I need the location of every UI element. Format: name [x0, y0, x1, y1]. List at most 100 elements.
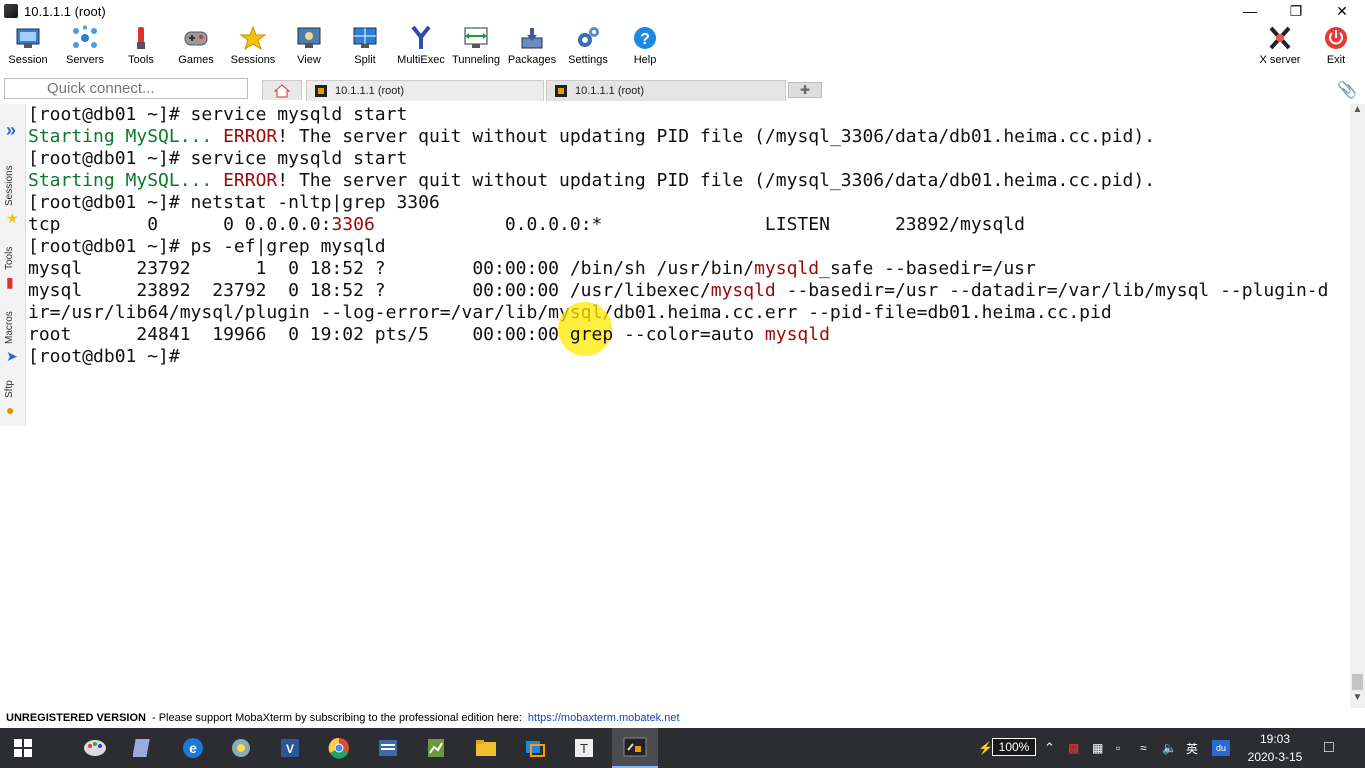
- text-editor-icon: T: [575, 739, 593, 757]
- taskbar-chrome-browser[interactable]: [322, 734, 356, 762]
- taskbar-chart-app[interactable]: [419, 734, 453, 762]
- power-plug-icon[interactable]: ⚡: [978, 728, 993, 768]
- home-tab[interactable]: [262, 80, 302, 100]
- svg-text:T: T: [580, 741, 588, 756]
- system-clock[interactable]: 19:03 2020-3-15: [1240, 730, 1310, 766]
- taskbar-mobaxterm-active[interactable]: [612, 728, 658, 768]
- toolbar-tunneling-button[interactable]: Tunneling: [448, 24, 504, 72]
- close-button[interactable]: ✕: [1319, 0, 1365, 22]
- sftp-side-icon: ●: [6, 402, 15, 418]
- taskbar-file-explorer[interactable]: [469, 734, 503, 762]
- remote-desktop-icon: [526, 741, 545, 757]
- tray-device-icon[interactable]: ▫: [1116, 728, 1120, 768]
- terminal-scrollbar[interactable]: ▲ ▼: [1350, 104, 1365, 708]
- svg-text:e: e: [189, 740, 197, 756]
- toolbar-tools-button[interactable]: Tools: [113, 24, 169, 72]
- chart-app-icon: [428, 739, 444, 757]
- restore-button[interactable]: ❐: [1273, 0, 1319, 22]
- scroll-up-icon[interactable]: ▲: [1350, 104, 1365, 120]
- clock-date: 2020-3-15: [1247, 750, 1303, 764]
- taskbar-visio-app[interactable]: V: [273, 734, 307, 762]
- window-title: 10.1.1.1 (root): [24, 3, 106, 19]
- mobaxterm-window: 10.1.1.1 (root) — ❐ ✕ Session Servers To…: [0, 0, 1365, 768]
- visio-icon: V: [281, 739, 299, 757]
- toolbar-exit-button[interactable]: Exit: [1308, 24, 1364, 72]
- unregistered-label: UNREGISTERED VERSION: [6, 712, 146, 724]
- terminal-line: [root@db01 ~]# service mysqld start: [28, 104, 408, 125]
- notepad-icon: [133, 739, 150, 757]
- quick-connect-input[interactable]: [4, 78, 248, 99]
- settings-icon: [574, 24, 602, 52]
- terminal-line: [root@db01 ~]# netstat -nltp|grep 3306: [28, 192, 440, 213]
- battery-indicator[interactable]: 100%: [992, 738, 1036, 756]
- packages-icon: [518, 24, 546, 52]
- notification-center-icon[interactable]: □: [1324, 728, 1334, 768]
- toolbar-help-button[interactable]: ? Help: [617, 24, 673, 72]
- support-message: - Please support MobaXterm by subscribin…: [151, 712, 522, 724]
- taskbar-remote-app[interactable]: [518, 734, 552, 762]
- toolbar-games-button[interactable]: Games: [168, 24, 224, 72]
- left-sidebar: » Sessions ★ Tools ▮ Macros ➤ Sftp ●: [0, 104, 26, 426]
- toolbar-settings-button[interactable]: Settings: [560, 24, 616, 72]
- folder-icon: [476, 740, 496, 756]
- expand-sidebar-icon[interactable]: »: [6, 120, 16, 141]
- window-app-icon: [379, 740, 397, 756]
- toolbar-packages-button[interactable]: Packages: [504, 24, 560, 72]
- session-tab-label: 10.1.1.1 (root): [575, 85, 645, 97]
- baidu-ime-icon[interactable]: du: [1212, 728, 1230, 768]
- wifi-icon[interactable]: ≈: [1140, 728, 1147, 768]
- toolbar-split-button[interactable]: Split: [337, 24, 393, 72]
- minimize-button[interactable]: —: [1227, 0, 1273, 22]
- toolbar-session-button[interactable]: Session: [0, 24, 56, 72]
- terminal-line: mysql 23892 23792 0 18:52 ? 00:00:00 /us…: [28, 280, 1329, 301]
- taskbar-edge-browser[interactable]: e: [176, 734, 210, 762]
- terminal-line: mysql 23792 1 0 18:52 ? 00:00:00 /bin/sh…: [28, 258, 1036, 279]
- toolbar-servers-button[interactable]: Servers: [57, 24, 113, 72]
- tray-grid-icon[interactable]: ▦: [1092, 728, 1103, 768]
- session-icon: [14, 24, 42, 52]
- taskbar-tool-app[interactable]: [224, 734, 258, 762]
- star-icon: ★: [6, 210, 19, 226]
- tools-icon: [127, 24, 155, 52]
- ime-indicator[interactable]: 英: [1186, 728, 1198, 768]
- start-button[interactable]: [6, 734, 40, 762]
- toolbar-view-button[interactable]: View: [281, 24, 337, 72]
- sidebar-tab-tools[interactable]: Tools: [4, 247, 15, 270]
- toolbar-xserver-button[interactable]: X server: [1252, 24, 1308, 72]
- volume-icon[interactable]: 🔈: [1162, 728, 1177, 768]
- scrollbar-thumb[interactable]: [1352, 674, 1363, 690]
- window-controls: — ❐ ✕: [1227, 0, 1365, 22]
- terminal-output[interactable]: [root@db01 ~]# service mysqld start Star…: [26, 104, 1350, 708]
- session-tab-1[interactable]: 10.1.1.1 (root): [306, 80, 544, 101]
- terminal-line: tcp 0 0 0.0.0.0:3306 0.0.0.0:* LISTEN 23…: [28, 214, 1026, 235]
- taskbar-paint-app[interactable]: [78, 734, 112, 762]
- status-bar: UNREGISTERED VERSION - Please support Mo…: [0, 708, 1365, 728]
- scroll-down-icon[interactable]: ▼: [1350, 692, 1365, 708]
- paperclip-icon[interactable]: 📎: [1337, 80, 1357, 100]
- sidebar-tab-sftp[interactable]: Sftp: [4, 380, 15, 398]
- clock-time: 19:03: [1259, 732, 1291, 746]
- toolbar-sessions-button[interactable]: Sessions: [225, 24, 281, 72]
- taskbar-app-window[interactable]: [371, 734, 405, 762]
- tray-app-icon[interactable]: ▩: [1068, 728, 1079, 768]
- taskbar-notes-app[interactable]: [126, 734, 160, 762]
- svg-text:?: ?: [640, 31, 650, 48]
- sidebar-tab-macros[interactable]: Macros: [4, 311, 15, 344]
- toolbar-multiexec-button[interactable]: MultiExec: [393, 24, 449, 72]
- terminal-tab-icon: [315, 85, 327, 97]
- tools-side-icon: ▮: [6, 274, 14, 290]
- new-tab-button[interactable]: ✚: [788, 82, 822, 98]
- terminal-line: [root@db01 ~]# service mysqld start: [28, 148, 408, 169]
- tab-row: 10.1.1.1 (root) 10.1.1.1 (root) ✚ 📎: [0, 78, 1365, 102]
- mobaxterm-logo-icon: [4, 4, 18, 18]
- sidebar-tab-sessions[interactable]: Sessions: [4, 165, 15, 206]
- terminal-line: Starting MySQL... ERROR! The server quit…: [28, 170, 1156, 191]
- split-icon: [351, 24, 379, 52]
- session-tab-2[interactable]: 10.1.1.1 (root): [546, 80, 786, 101]
- taskbar-typora-app[interactable]: T: [567, 734, 601, 762]
- show-hidden-icons[interactable]: ⌃: [1044, 728, 1055, 768]
- gear-app-icon: [232, 739, 250, 757]
- mobatek-link[interactable]: https://mobaxterm.mobatek.net: [528, 712, 680, 724]
- games-icon: [182, 24, 210, 52]
- view-icon: [295, 24, 323, 52]
